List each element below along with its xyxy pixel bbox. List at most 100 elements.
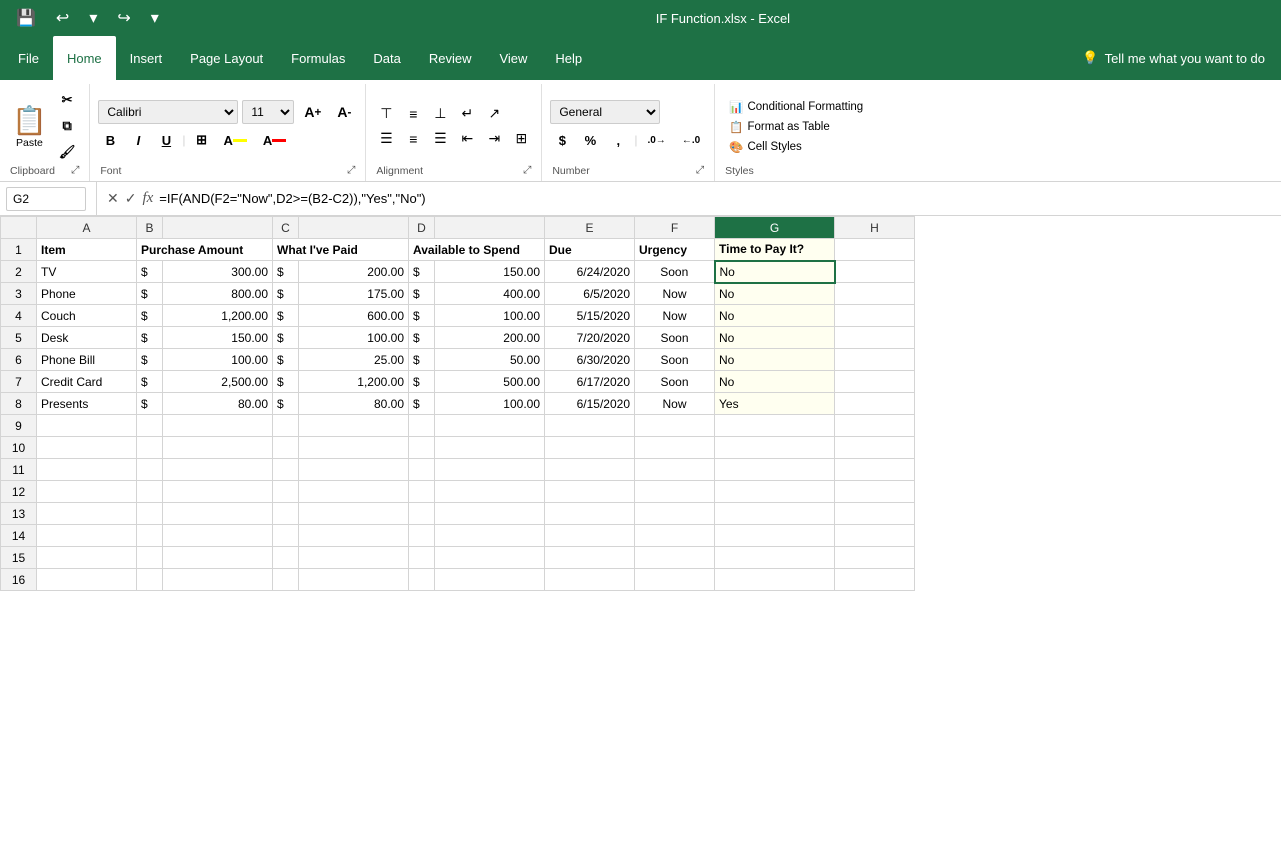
row-header-6[interactable]: 6 [1, 349, 37, 371]
cell-empty-12-4[interactable] [299, 481, 409, 503]
cell-empty-14-4[interactable] [299, 525, 409, 547]
cell-empty-9-6[interactable] [435, 415, 545, 437]
cell-empty-12-1[interactable] [137, 481, 163, 503]
cell-empty-15-3[interactable] [273, 547, 299, 569]
cell-B3[interactable]: 800.00 [163, 283, 273, 305]
col-header-G[interactable]: G [715, 217, 835, 239]
cell-G4[interactable]: No [715, 305, 835, 327]
cell-empty-9-4[interactable] [299, 415, 409, 437]
cell-empty-14-10[interactable] [835, 525, 915, 547]
cell-empty-12-3[interactable] [273, 481, 299, 503]
cell-empty-13-8[interactable] [635, 503, 715, 525]
row-header-11[interactable]: 11 [1, 459, 37, 481]
align-middle-button[interactable]: ≡ [401, 103, 425, 125]
row-header-5[interactable]: 5 [1, 327, 37, 349]
cell-empty-16-4[interactable] [299, 569, 409, 591]
row-header-16[interactable]: 16 [1, 569, 37, 591]
decrease-indent-button[interactable]: ⇤ [455, 128, 479, 150]
cell-G6[interactable]: No [715, 349, 835, 371]
row-header-10[interactable]: 10 [1, 437, 37, 459]
row-header-15[interactable]: 15 [1, 547, 37, 569]
col-header-A[interactable]: A [37, 217, 137, 239]
cell-styles-button[interactable]: 🎨 Cell Styles [723, 138, 869, 156]
cell-G2[interactable]: No [715, 261, 835, 283]
cell-empty-10-6[interactable] [435, 437, 545, 459]
menu-insert[interactable]: Insert [116, 36, 177, 80]
cell-row1-5[interactable]: Urgency [635, 239, 715, 261]
row-header-12[interactable]: 12 [1, 481, 37, 503]
cell-empty-13-2[interactable] [163, 503, 273, 525]
cell-B-sign-4[interactable]: $ [137, 305, 163, 327]
cell-C-sign-3[interactable]: $ [273, 283, 299, 305]
cell-empty-15-10[interactable] [835, 547, 915, 569]
cell-empty-12-10[interactable] [835, 481, 915, 503]
dec-decrease-button[interactable]: ←.0 [676, 128, 706, 152]
cell-empty-12-7[interactable] [545, 481, 635, 503]
spreadsheet-container[interactable]: ABCDEFGH1ItemPurchase AmountWhat I've Pa… [0, 216, 1281, 866]
cell-empty-14-9[interactable] [715, 525, 835, 547]
col-header-F[interactable]: F [635, 217, 715, 239]
cell-F4[interactable]: Now [635, 305, 715, 327]
row-header-1[interactable]: 1 [1, 239, 37, 261]
cell-E6[interactable]: 6/30/2020 [545, 349, 635, 371]
number-expand[interactable]: ⤢ [696, 164, 704, 177]
font-size-select[interactable]: 11 [242, 100, 294, 124]
cell-D2[interactable]: 150.00 [435, 261, 545, 283]
cell-empty-9-8[interactable] [635, 415, 715, 437]
menu-view[interactable]: View [485, 36, 541, 80]
cell-G7[interactable]: No [715, 371, 835, 393]
cell-empty-16-9[interactable] [715, 569, 835, 591]
cell-C-sign-2[interactable]: $ [273, 261, 299, 283]
cell-H8[interactable] [835, 393, 915, 415]
cell-empty-10-5[interactable] [409, 437, 435, 459]
cell-empty-12-2[interactable] [163, 481, 273, 503]
cell-empty-13-6[interactable] [435, 503, 545, 525]
menu-help[interactable]: Help [541, 36, 596, 80]
cell-B7[interactable]: 2,500.00 [163, 371, 273, 393]
cell-E2[interactable]: 6/24/2020 [545, 261, 635, 283]
cell-empty-13-7[interactable] [545, 503, 635, 525]
cell-C-sign-7[interactable]: $ [273, 371, 299, 393]
merge-center-button[interactable]: ⊞ [509, 128, 533, 150]
border-button[interactable]: ⊞ [190, 128, 214, 152]
cell-empty-13-10[interactable] [835, 503, 915, 525]
cell-empty-15-9[interactable] [715, 547, 835, 569]
cell-C8[interactable]: 80.00 [299, 393, 409, 415]
cell-B5[interactable]: 150.00 [163, 327, 273, 349]
cell-empty-10-1[interactable] [137, 437, 163, 459]
cell-empty-16-6[interactable] [435, 569, 545, 591]
cell-C6[interactable]: 25.00 [299, 349, 409, 371]
cell-C-sign-4[interactable]: $ [273, 305, 299, 327]
cell-B-sign-2[interactable]: $ [137, 261, 163, 283]
cell-D-sign-7[interactable]: $ [409, 371, 435, 393]
col-header-C[interactable]: C [273, 217, 299, 239]
increase-indent-button[interactable]: ⇥ [482, 128, 506, 150]
cell-empty-12-9[interactable] [715, 481, 835, 503]
cell-B-sign-7[interactable]: $ [137, 371, 163, 393]
menu-formulas[interactable]: Formulas [277, 36, 359, 80]
cell-empty-14-1[interactable] [137, 525, 163, 547]
cell-D6[interactable]: 50.00 [435, 349, 545, 371]
cell-empty-12-0[interactable] [37, 481, 137, 503]
cell-empty-9-0[interactable] [37, 415, 137, 437]
format-painter-button[interactable]: 🖌 [53, 140, 82, 164]
row-header-4[interactable]: 4 [1, 305, 37, 327]
cell-empty-12-6[interactable] [435, 481, 545, 503]
cell-D5[interactable]: 200.00 [435, 327, 545, 349]
cell-D3[interactable]: 400.00 [435, 283, 545, 305]
cell-B4[interactable]: 1,200.00 [163, 305, 273, 327]
align-top-button[interactable]: ⊤ [374, 103, 398, 125]
cell-C4[interactable]: 600.00 [299, 305, 409, 327]
cell-B6[interactable]: 100.00 [163, 349, 273, 371]
cell-empty-13-4[interactable] [299, 503, 409, 525]
cell-empty-15-6[interactable] [435, 547, 545, 569]
cell-empty-16-0[interactable] [37, 569, 137, 591]
formula-input[interactable] [159, 191, 1275, 206]
cell-E7[interactable]: 6/17/2020 [545, 371, 635, 393]
cell-B-sign-3[interactable]: $ [137, 283, 163, 305]
cell-empty-11-4[interactable] [299, 459, 409, 481]
cell-C3[interactable]: 175.00 [299, 283, 409, 305]
angle-text-button[interactable]: ↗ [482, 103, 506, 125]
comma-button[interactable]: , [606, 128, 630, 152]
cell-C2[interactable]: 200.00 [299, 261, 409, 283]
